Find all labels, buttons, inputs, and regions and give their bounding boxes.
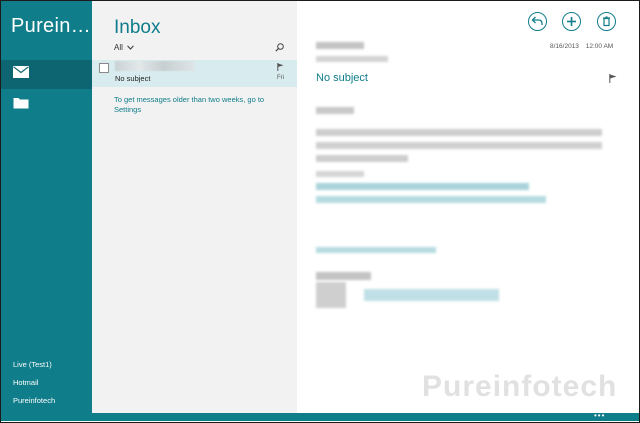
mail-icon [13, 66, 29, 78]
redacted-link [316, 183, 529, 190]
account-live[interactable]: Live (Test1) [13, 360, 52, 369]
redacted-text [316, 155, 408, 162]
message-checkbox[interactable] [99, 63, 109, 73]
chevron-down-icon [127, 45, 134, 50]
message-date-full: 8/16/2013 [550, 43, 579, 50]
respond-icon [531, 16, 543, 25]
sidebar-item-folders[interactable] [1, 90, 92, 116]
plus-icon [567, 17, 576, 26]
message-subject-heading: No subject [316, 72, 368, 84]
list-item[interactable]: No subject Fri [92, 60, 297, 87]
message-subject: No subject [115, 74, 151, 83]
flag-icon[interactable] [609, 74, 617, 83]
respond-button[interactable] [528, 12, 547, 31]
redacted-text [316, 171, 364, 177]
message-datetime: 8/16/2013 12:00 AM [550, 43, 613, 50]
redacted-text [316, 272, 371, 280]
message-list-pane: Inbox All No subject Fri To get messages… [92, 1, 297, 413]
folder-icon [13, 98, 29, 109]
flag-icon[interactable] [277, 63, 284, 71]
account-pureinfotech[interactable]: Pureinfotech [13, 396, 55, 405]
redacted-link [316, 196, 546, 203]
redacted-text [316, 107, 354, 114]
app-title: Purein… [11, 15, 91, 37]
redacted-text [316, 129, 602, 136]
message-time: 12:00 AM [585, 43, 614, 50]
sidebar: Purein… Live (Test1) Hotmail Pureinfotec… [1, 1, 92, 413]
filter-label: All [114, 43, 123, 52]
message-date: Fri [277, 75, 284, 81]
trash-icon [603, 16, 610, 27]
more-icon[interactable]: ••• [594, 411, 605, 420]
redacted-text [316, 142, 602, 149]
redacted-link [316, 247, 436, 253]
delete-button[interactable] [597, 12, 616, 31]
sender-name-redacted [316, 42, 364, 49]
inbox-title: Inbox [114, 17, 161, 38]
watermark: Pureinfotech [422, 370, 618, 403]
sidebar-item-mail[interactable] [1, 60, 92, 89]
new-message-button[interactable] [562, 12, 581, 31]
redacted-link [364, 289, 499, 301]
sender-address-redacted [316, 56, 388, 62]
filter-dropdown[interactable]: All [114, 43, 134, 52]
app-bar [1, 413, 639, 421]
account-hotmail[interactable]: Hotmail [13, 378, 38, 387]
redacted-image [316, 282, 346, 308]
reading-pane: 8/16/2013 12:00 AM No subject [297, 1, 639, 413]
older-messages-link[interactable]: To get messages older than two weeks, go… [114, 95, 289, 115]
sender-redacted [115, 61, 195, 71]
search-icon[interactable] [275, 43, 284, 52]
